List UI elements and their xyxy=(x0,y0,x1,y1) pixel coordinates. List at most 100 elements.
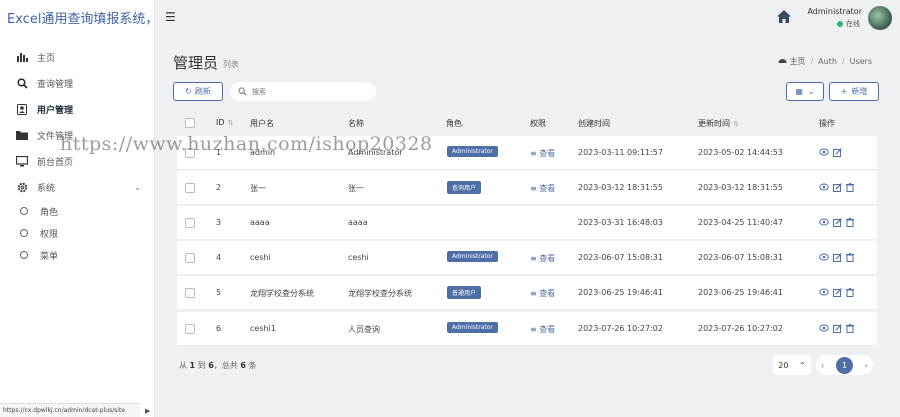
list-icon: ≡ xyxy=(530,254,540,263)
cell-created: 2023-03-31 16:48:03 xyxy=(578,218,663,227)
column-header-actions: 操作 xyxy=(819,119,835,128)
row-checkbox[interactable] xyxy=(185,288,195,298)
watermark: https://www.huzhan.com/ishop20328 xyxy=(60,133,433,155)
edit-icon[interactable] xyxy=(832,182,842,192)
cell-created: 2023-03-12 18:31:55 xyxy=(578,183,663,192)
new-button[interactable]: + 新增 xyxy=(829,82,879,101)
table-icon: ▦ xyxy=(795,87,803,96)
role-badge: Administrator xyxy=(447,146,498,157)
row-checkbox[interactable] xyxy=(185,218,195,228)
table-row: 3 aaaa aaaa 2023-03-31 16:48:03 2023-04-25 1… xyxy=(177,206,877,240)
sidebar-item-users[interactable]: 用户管理 xyxy=(0,96,154,122)
search-box[interactable] xyxy=(230,82,376,101)
cell-created: 2023-06-07 15:08:31 xyxy=(578,253,663,262)
sidebar-item-label: 用户管理 xyxy=(37,105,74,116)
next-page-icon[interactable]: › xyxy=(865,361,868,370)
breadcrumb-separator: / xyxy=(810,57,814,66)
view-icon[interactable] xyxy=(819,287,829,297)
circle-icon xyxy=(20,251,28,259)
refresh-label: 刷新 xyxy=(194,87,211,96)
table-row: 2 张一 张一 查询用户 ≡ 查看 2023-03-12 18:31:55 2023-03-… xyxy=(177,171,877,205)
view-icon[interactable] xyxy=(819,252,829,262)
pagination-summary: 从 1 到 6，总共 6 条 xyxy=(179,361,257,370)
list-icon: ≡ xyxy=(530,149,540,158)
cell-permission[interactable]: ≡ 查看 xyxy=(530,148,555,159)
sidebar-subitem-roles[interactable]: 角色 xyxy=(0,200,154,222)
home-icon[interactable] xyxy=(776,9,792,25)
row-checkbox[interactable] xyxy=(185,183,195,193)
user-name[interactable]: Administrator xyxy=(807,7,862,16)
breadcrumb-auth[interactable]: Auth xyxy=(818,57,837,66)
cell-role: 查询用户 xyxy=(447,181,482,194)
table-row: 6 ceshi1 人员查询 Administrator ≡ 查看 2023-07-26 1… xyxy=(177,312,877,346)
search-icon xyxy=(238,87,247,96)
edit-icon[interactable] xyxy=(832,147,842,157)
row-checkbox[interactable] xyxy=(185,324,195,334)
delete-icon[interactable] xyxy=(845,182,855,192)
folder-icon xyxy=(16,129,28,141)
delete-icon[interactable] xyxy=(845,323,855,333)
current-page-button[interactable]: 1 xyxy=(836,356,853,374)
sidebar-item-label: 查询管理 xyxy=(37,79,74,90)
column-header-id[interactable]: ID ⇅ xyxy=(216,118,233,127)
sidebar-subitem-permissions[interactable]: 权限 xyxy=(0,222,154,244)
row-actions xyxy=(819,323,855,333)
refresh-button[interactable]: ↻ 刷新 xyxy=(173,82,223,101)
column-header-updated[interactable]: 更新时间 ⇅ xyxy=(698,118,739,129)
cell-id: 2 xyxy=(216,183,222,192)
sidebar-subitem-label: 角色 xyxy=(40,207,59,218)
view-icon[interactable] xyxy=(819,323,829,333)
row-actions xyxy=(819,217,855,227)
cell-updated: 2023-07-26 10:27:02 xyxy=(698,324,783,333)
cell-username: ceshi1 xyxy=(250,324,276,333)
sidebar-item-home[interactable]: 主页 xyxy=(0,44,154,70)
prev-page-icon[interactable]: ‹ xyxy=(821,361,824,370)
per-page-select[interactable]: 20 ⌃ xyxy=(773,355,811,375)
cell-role: Administrator xyxy=(447,251,498,262)
column-header-name: 名称 xyxy=(348,119,364,128)
delete-icon[interactable] xyxy=(845,287,855,297)
sidebar-item-system[interactable]: 系统 ⌄ xyxy=(0,174,154,200)
cell-permission[interactable]: ≡ 查看 xyxy=(530,324,555,335)
chevron-down-icon: ⌄ xyxy=(134,182,141,192)
pagination: ‹ 1 › xyxy=(816,355,873,375)
sort-icon: ⇅ xyxy=(227,119,234,127)
delete-icon[interactable] xyxy=(845,252,855,262)
hamburger-menu-icon[interactable]: ☰ xyxy=(165,10,176,24)
sidebar-item-query[interactable]: 查询管理 xyxy=(0,70,154,96)
cell-permission[interactable]: ≡ 查看 xyxy=(530,253,555,264)
user-status: 在线 xyxy=(837,19,860,29)
sidebar-subitem-menu[interactable]: 菜单 xyxy=(0,244,154,266)
row-checkbox[interactable] xyxy=(185,253,195,263)
per-page-value: 20 xyxy=(778,360,789,370)
cell-permission[interactable]: ≡ 查看 xyxy=(530,288,555,299)
cell-permission[interactable]: ≡ 查看 xyxy=(530,183,555,194)
edit-icon[interactable] xyxy=(832,217,842,227)
select-all-checkbox[interactable] xyxy=(185,118,195,128)
edit-icon[interactable] xyxy=(832,323,842,333)
cell-username: ceshi xyxy=(250,253,271,262)
edit-icon[interactable] xyxy=(832,252,842,262)
columns-toggle-button[interactable]: ▦ ⌄ xyxy=(786,82,824,101)
breadcrumb-home[interactable]: 主页 xyxy=(778,56,805,67)
cell-name: aaaa xyxy=(348,218,368,227)
cell-id: 5 xyxy=(216,288,222,297)
table-row: 5 龙翔学校查分系统 龙翔学校查分系统 普通用户 ≡ 查看 2023-06-25 19:4… xyxy=(177,276,877,310)
row-actions xyxy=(819,252,855,262)
column-header-created: 创建时间 xyxy=(578,119,610,128)
chevron-down-icon: ⌄ xyxy=(807,87,815,96)
delete-icon[interactable] xyxy=(845,217,855,227)
user-status-text: 在线 xyxy=(846,20,860,28)
brand-title[interactable]: Excel通用查询填报系统，越 xyxy=(0,0,154,40)
cell-created: 2023-06-25 19:46:41 xyxy=(578,288,663,297)
status-url: https://cx.dpwlkj.cn/admin/dcat-plus/sit… xyxy=(0,403,140,417)
avatar[interactable] xyxy=(868,6,892,30)
edit-icon[interactable] xyxy=(832,287,842,297)
view-icon[interactable] xyxy=(819,182,829,192)
view-icon[interactable] xyxy=(819,147,829,157)
view-icon[interactable] xyxy=(819,217,829,227)
search-input[interactable] xyxy=(252,87,362,96)
cell-updated: 2023-05-02 14:44:53 xyxy=(698,148,783,157)
user-icon xyxy=(16,103,28,115)
play-icon[interactable]: ▶ xyxy=(145,407,150,415)
